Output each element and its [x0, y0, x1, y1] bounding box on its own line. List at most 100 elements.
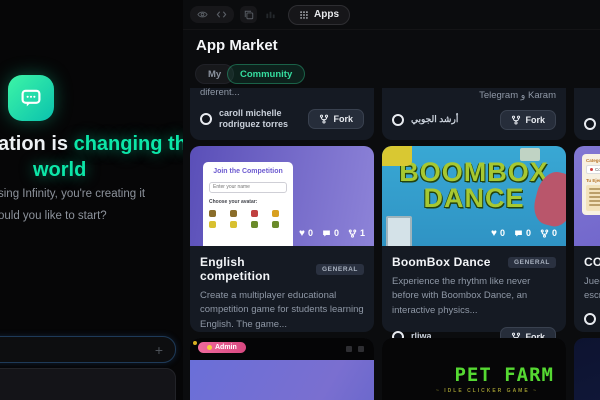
avatar-option [230, 221, 237, 228]
card-description: Create a multiplayer educational competi… [200, 290, 364, 330]
fork-count: 1 [359, 228, 365, 238]
card-author: caroll michelle rodriguez torres [219, 107, 289, 129]
preview-join-card: Join the Competition Choose your avatar: [203, 162, 293, 246]
apps-button[interactable]: Apps [288, 4, 350, 25]
fork-button[interactable]: Fork [500, 110, 556, 130]
like-count: 0 [307, 228, 313, 238]
avatar [584, 312, 596, 325]
comment-count: 0 [333, 228, 339, 238]
heart-icon: ♥ [299, 227, 305, 239]
card-title: BoomBox Dance [392, 255, 491, 269]
avatar [584, 118, 596, 130]
avatar-option [209, 210, 216, 217]
card-description: ...يكون كامل الميزات - تسجيل دخول بـ Kar… [479, 89, 556, 101]
avatar [200, 112, 212, 125]
like-count: 0 [499, 228, 505, 238]
hero-subtitle-2: ould you like to start? [0, 210, 107, 222]
tab-community[interactable]: Community [227, 64, 306, 84]
preview-toolbar-icon [358, 346, 364, 352]
fork-icon [540, 228, 549, 238]
preview-heading: Join the Competition [213, 168, 283, 175]
admin-button[interactable]: Admin [198, 342, 246, 353]
cards-grid: aprender ortografía. El jugador explora … [183, 88, 600, 400]
avatar-grid [209, 210, 287, 228]
fork-icon [512, 115, 521, 125]
app-card-english-competition[interactable]: Join the Competition Choose your avatar:… [190, 146, 374, 361]
fork-button[interactable]: Fork [308, 108, 364, 129]
preview-text-box [586, 185, 600, 211]
comment-count: 0 [525, 228, 531, 238]
grid-icon [299, 10, 309, 20]
headline-green-part2: world [33, 159, 87, 182]
chat-logo [8, 75, 54, 121]
code-icon[interactable] [216, 9, 227, 20]
headline-green-part: changing the [73, 133, 183, 155]
preview-name-input [209, 181, 287, 193]
avatar-option [251, 210, 258, 217]
app-card-coherencia[interactable]: Categoría d Coherenc Tu Ejercicio COHE [574, 146, 600, 332]
app-card-boombox-dance[interactable]: BOOMBOX DANCE ♥ 0 0 0 BoomBox Dance GENE… [382, 146, 566, 347]
app-card-admin-app[interactable]: Admin [190, 338, 374, 400]
fork-icon [320, 114, 329, 124]
copy-icon[interactable] [240, 6, 257, 23]
card-description: Juego p escribi [584, 275, 600, 304]
card-title: English competition [200, 255, 271, 283]
left-chat-panel: ation is changing the world sing Infinit… [0, 0, 183, 400]
fork-button-label: Fork [333, 113, 353, 124]
prompt-toolbar-panel [0, 368, 176, 400]
preview-exercise-panel: Categoría d Coherenc Tu Ejercicio [582, 154, 600, 215]
card-description-line2: escribi [584, 290, 600, 302]
prompt-input[interactable]: + [0, 336, 176, 363]
eye-icon[interactable] [197, 9, 208, 20]
painting-decor [386, 216, 412, 246]
preview-toolbar-icon [346, 346, 352, 352]
card-author: أرشد الجوبي [411, 114, 459, 125]
card-preview[interactable]: BOOMBOX DANCE ♥ 0 0 0 [382, 146, 566, 246]
card-title: COHE [584, 255, 600, 269]
card-preview[interactable]: Admin [190, 338, 374, 400]
hero-subtitle-1: sing Infinity, you're creating it [0, 188, 146, 200]
preview-header: Admin [190, 338, 374, 360]
headline-white-part: ation is [0, 133, 74, 155]
map-decor [520, 148, 540, 161]
apps-button-label: Apps [314, 9, 339, 20]
app-card-pet-farm[interactable]: PET FARM ~ IDLE CLICKER GAME ~ [382, 338, 566, 400]
admin-button-label: Admin [215, 344, 237, 351]
app-card-night[interactable] [574, 338, 600, 400]
card-preview[interactable]: Categoría d Coherenc Tu Ejercicio [574, 146, 600, 246]
card-preview[interactable]: PET FARM ~ IDLE CLICKER GAME ~ [382, 338, 566, 400]
preview-game-subtitle: ~ IDLE CLICKER GAME ~ [435, 388, 538, 394]
card-stats: ♥ 0 0 1 [299, 228, 365, 238]
avatar-option [209, 221, 216, 228]
fork-icon [348, 228, 357, 238]
avatar-option [272, 210, 279, 217]
hero-headline: ation is changing the world [0, 131, 183, 184]
avatar [392, 114, 404, 126]
category-badge: GENERAL [316, 263, 364, 275]
avatar-option [272, 221, 279, 228]
avatar-option [251, 221, 258, 228]
stats-icon[interactable] [265, 9, 276, 20]
card-stats: ♥ 0 0 0 [491, 228, 557, 238]
preview-game-subtitle-text: IDLE CLICKER GAME [444, 388, 530, 394]
preview-dropdown-value: Coherenc [595, 167, 600, 172]
plus-icon[interactable]: + [155, 341, 163, 359]
app-card-spelling[interactable]: aprender ortografía. El jugador explora … [190, 88, 374, 140]
preview-category-label: Categoría d [586, 158, 600, 163]
card-description-line1: Juego p [584, 276, 600, 287]
fork-button-label: Fork [525, 115, 545, 125]
preview-avatar-label: Choose your avatar: [209, 199, 258, 205]
heart-icon: ♥ [491, 227, 497, 239]
card-preview[interactable] [574, 338, 600, 400]
chat-bubble-icon [19, 86, 43, 110]
category-badge: GENERAL [508, 256, 556, 268]
card-preview[interactable]: Join the Competition Choose your avatar:… [190, 146, 374, 246]
page-title: App Market [196, 37, 278, 54]
toolbar-group [190, 6, 234, 23]
topbar: Apps [183, 0, 600, 30]
preview-game-title: PET FARM [454, 364, 554, 386]
app-card-cut-top[interactable]: Ke [574, 88, 600, 140]
card-description: aprender ortografía. El jugador explora … [200, 88, 240, 99]
preview-gradient [190, 360, 374, 400]
app-card-telegram[interactable]: ...يكون كامل الميزات - تسجيل دخول بـ Kar… [382, 88, 566, 140]
